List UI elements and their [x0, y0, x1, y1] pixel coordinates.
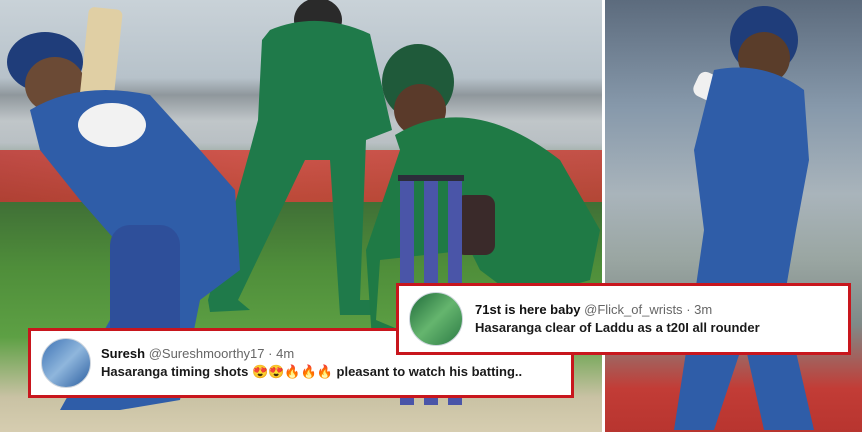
avatar [409, 292, 463, 346]
tweet-text: Hasaranga timing shots 😍😍🔥🔥🔥 pleasant to… [101, 364, 523, 379]
batsman-figure-2 [674, 6, 814, 430]
tweet-header: 71st is here baby @Flick_of_wrists · 3m [475, 301, 760, 319]
tweet-handle: @Sureshmoorthy17 [148, 346, 265, 362]
right-photo-batsman [604, 0, 862, 432]
tweet-display-name: 71st is here baby [475, 302, 581, 318]
tweet-display-name: Suresh [101, 346, 146, 362]
tweet-text: Hasaranga clear of Laddu as a t20I all r… [475, 320, 760, 335]
right-photo-figure [674, 6, 814, 430]
tweet-card-71st: 71st is here baby @Flick_of_wrists · 3m … [396, 283, 851, 355]
tweet-time: 4m [276, 346, 295, 362]
tweet-separator: · [268, 346, 273, 362]
tweet-time: 3m [694, 302, 713, 318]
image-divider [602, 0, 605, 432]
tweet-handle: @Flick_of_wrists [584, 302, 683, 318]
image-composite: Suresh @Sureshmoorthy17 · 4m Hasaranga t… [0, 0, 862, 432]
tweet-separator: · [686, 302, 691, 318]
tweet-body: 71st is here baby @Flick_of_wrists · 3m … [475, 301, 760, 336]
avatar [41, 338, 91, 388]
